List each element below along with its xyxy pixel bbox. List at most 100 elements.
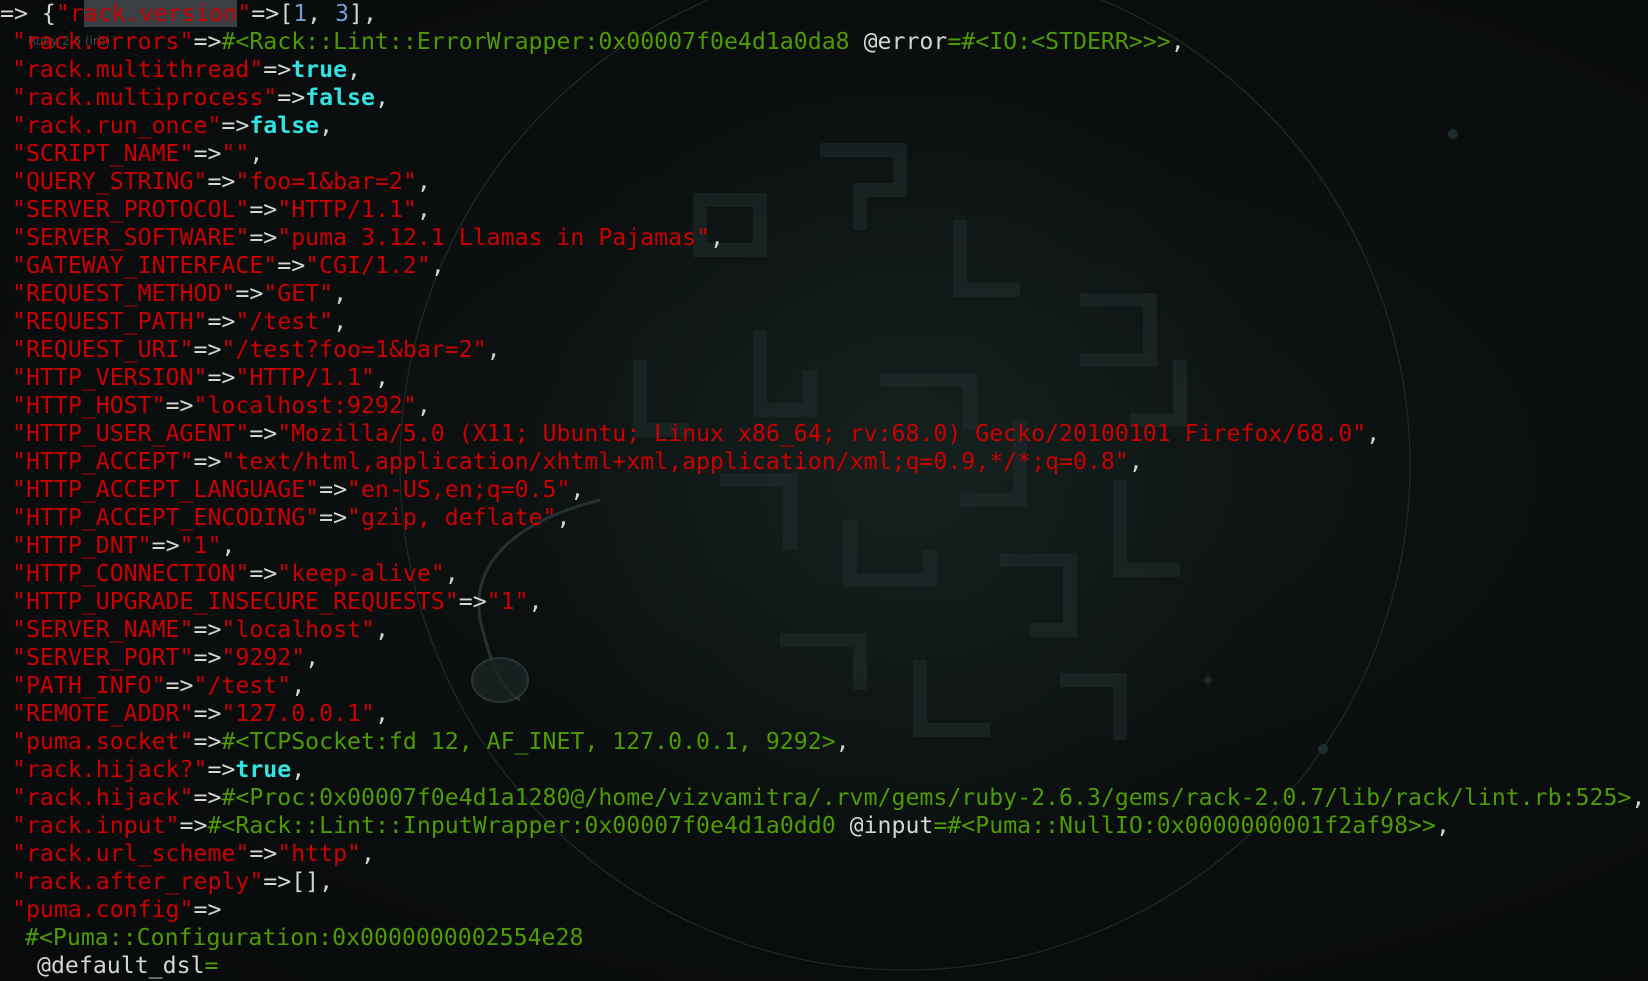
code-token: "GATEWAY_INTERFACE" — [12, 252, 278, 279]
terminal-line: "rack.after_reply"=>[], — [0, 868, 1645, 896]
code-token: => — [165, 392, 194, 419]
code-token: => — [193, 644, 222, 671]
terminal-line: "REQUEST_URI"=>"/test?foo=1&bar=2", — [0, 336, 1645, 364]
code-token: "SERVER_SOFTWARE" — [12, 224, 250, 251]
code-token: => — [249, 224, 278, 251]
code-token: "PATH_INFO" — [12, 672, 166, 699]
code-token: "REQUEST_PATH" — [12, 308, 208, 335]
code-token: , — [1435, 812, 1450, 839]
code-token: "rack.multiprocess" — [12, 84, 278, 111]
code-token: , — [305, 644, 320, 671]
terminal-line: "rack.hijack?"=>true, — [0, 756, 1645, 784]
code-token: => — [193, 784, 222, 811]
terminal-line: "SERVER_SOFTWARE"=>"puma 3.12.1 Llamas i… — [0, 224, 1645, 252]
code-token: =#<Puma::NullIO:0x0000000001f2af98>> — [933, 812, 1436, 839]
terminal-line: "REMOTE_ADDR"=>"127.0.0.1", — [0, 700, 1645, 728]
code-token: "gzip, deflate" — [347, 504, 557, 531]
code-token: "rack.run_once" — [12, 112, 222, 139]
code-token: , — [570, 476, 585, 503]
code-token: => — [193, 448, 222, 475]
code-token: "SCRIPT_NAME" — [12, 140, 194, 167]
code-token: "foo=1&bar=2" — [235, 168, 417, 195]
code-token: @error — [863, 28, 948, 55]
code-token: "REQUEST_METHOD" — [12, 280, 236, 307]
code-token: , — [1366, 420, 1381, 447]
terminal-line: "HTTP_VERSION"=>"HTTP/1.1", — [0, 364, 1645, 392]
code-token: "keep-alive" — [277, 560, 445, 587]
code-token: "HTTP_USER_AGENT" — [12, 420, 250, 447]
code-token: => — [151, 532, 180, 559]
code-token: "http" — [277, 840, 362, 867]
code-token: "REMOTE_ADDR" — [12, 700, 194, 727]
code-token: "rack.input" — [12, 812, 180, 839]
code-token: => — [249, 420, 278, 447]
code-token: => — [277, 252, 306, 279]
code-token: "" — [221, 140, 250, 167]
code-token: "rack.multithread" — [12, 56, 264, 83]
terminal-window[interactable]: Ruby 2.6 (irb) => {"rack.version"=>[1, 3… — [0, 0, 1648, 981]
terminal-line: "rack.multithread"=>true, — [0, 56, 1645, 84]
code-token: "rack.url_scheme" — [12, 840, 250, 867]
code-token: => — [458, 588, 487, 615]
terminal-line: "SERVER_PORT"=>"9292", — [0, 644, 1645, 672]
code-token: "QUERY_STRING" — [12, 168, 208, 195]
terminal-line: @default_dsl= — [0, 952, 1645, 980]
code-token: , — [249, 140, 264, 167]
terminal-line: "PATH_INFO"=>"/test", — [0, 672, 1645, 700]
code-token: , — [307, 0, 336, 27]
terminal-output[interactable]: => {"rack.version"=>[1, 3], "rack.errors"… — [0, 0, 1645, 980]
code-token: , — [374, 84, 389, 111]
code-token: => — [207, 168, 236, 195]
code-token: "GET" — [263, 280, 334, 307]
code-token: =#<IO:<STDERR>>> — [947, 28, 1171, 55]
code-token: , — [374, 700, 389, 727]
code-token: "HTTP_ACCEPT_ENCODING" — [12, 504, 320, 531]
code-token: =>[ — [251, 0, 294, 27]
code-token: , — [291, 756, 306, 783]
code-token: "rack.hijack?" — [12, 756, 208, 783]
selected-text: ack.version — [83, 0, 238, 27]
code-token: false — [249, 112, 320, 139]
code-token: "rack.hijack" — [12, 784, 194, 811]
terminal-line: "HTTP_CONNECTION"=>"keep-alive", — [0, 560, 1645, 588]
code-token: => — [235, 280, 264, 307]
code-token: "localhost:9292" — [193, 392, 417, 419]
code-token: , — [1631, 784, 1646, 811]
code-token: => — [249, 840, 278, 867]
code-token: "/test?foo=1&bar=2" — [221, 336, 487, 363]
code-token: "rack.errors" — [12, 28, 194, 55]
code-token: "HTTP_VERSION" — [12, 364, 208, 391]
code-token: => — [277, 84, 306, 111]
code-token: "HTTP_ACCEPT" — [12, 448, 194, 475]
terminal-line: "HTTP_UPGRADE_INSECURE_REQUESTS"=>"1", — [0, 588, 1645, 616]
code-token: "HTTP_DNT" — [12, 532, 152, 559]
code-token: "r — [55, 0, 84, 27]
code-token: => — [193, 336, 222, 363]
code-token: "127.0.0.1" — [221, 700, 375, 727]
code-token: "SERVER_PORT" — [12, 644, 194, 671]
code-token: " — [237, 0, 252, 27]
code-token: => — [249, 196, 278, 223]
code-token: @default_dsl — [37, 952, 205, 979]
terminal-line: "HTTP_HOST"=>"localhost:9292", — [0, 392, 1645, 420]
code-token: , — [347, 56, 362, 83]
code-token: "SERVER_NAME" — [12, 616, 194, 643]
code-token: => — [221, 112, 250, 139]
code-token: , — [319, 112, 334, 139]
code-token: , — [333, 280, 348, 307]
code-token: , — [221, 532, 236, 559]
code-token: "Mozilla/5.0 (X11; Ubuntu; Linux x86_64;… — [277, 420, 1367, 447]
code-token: "puma.socket" — [12, 728, 194, 755]
code-token: "/test" — [235, 308, 334, 335]
code-token: , — [430, 252, 445, 279]
code-token: => — [207, 308, 236, 335]
terminal-line: => {"rack.version"=>[1, 3], — [0, 0, 1645, 28]
code-token: =>[], — [263, 868, 334, 895]
code-token: #<Puma::Configuration:0x0000000002554e28 — [25, 924, 584, 951]
terminal-line: "rack.errors"=>#<Rack::Lint::ErrorWrappe… — [0, 28, 1645, 56]
terminal-line: "HTTP_ACCEPT_LANGUAGE"=>"en-US,en;q=0.5"… — [0, 476, 1645, 504]
code-token: #<Proc:0x00007f0e4d1a1280@/home/vizvamit… — [221, 784, 1632, 811]
code-token: "HTTP/1.1" — [235, 364, 375, 391]
code-token: , — [361, 840, 375, 867]
code-token: , — [291, 672, 306, 699]
